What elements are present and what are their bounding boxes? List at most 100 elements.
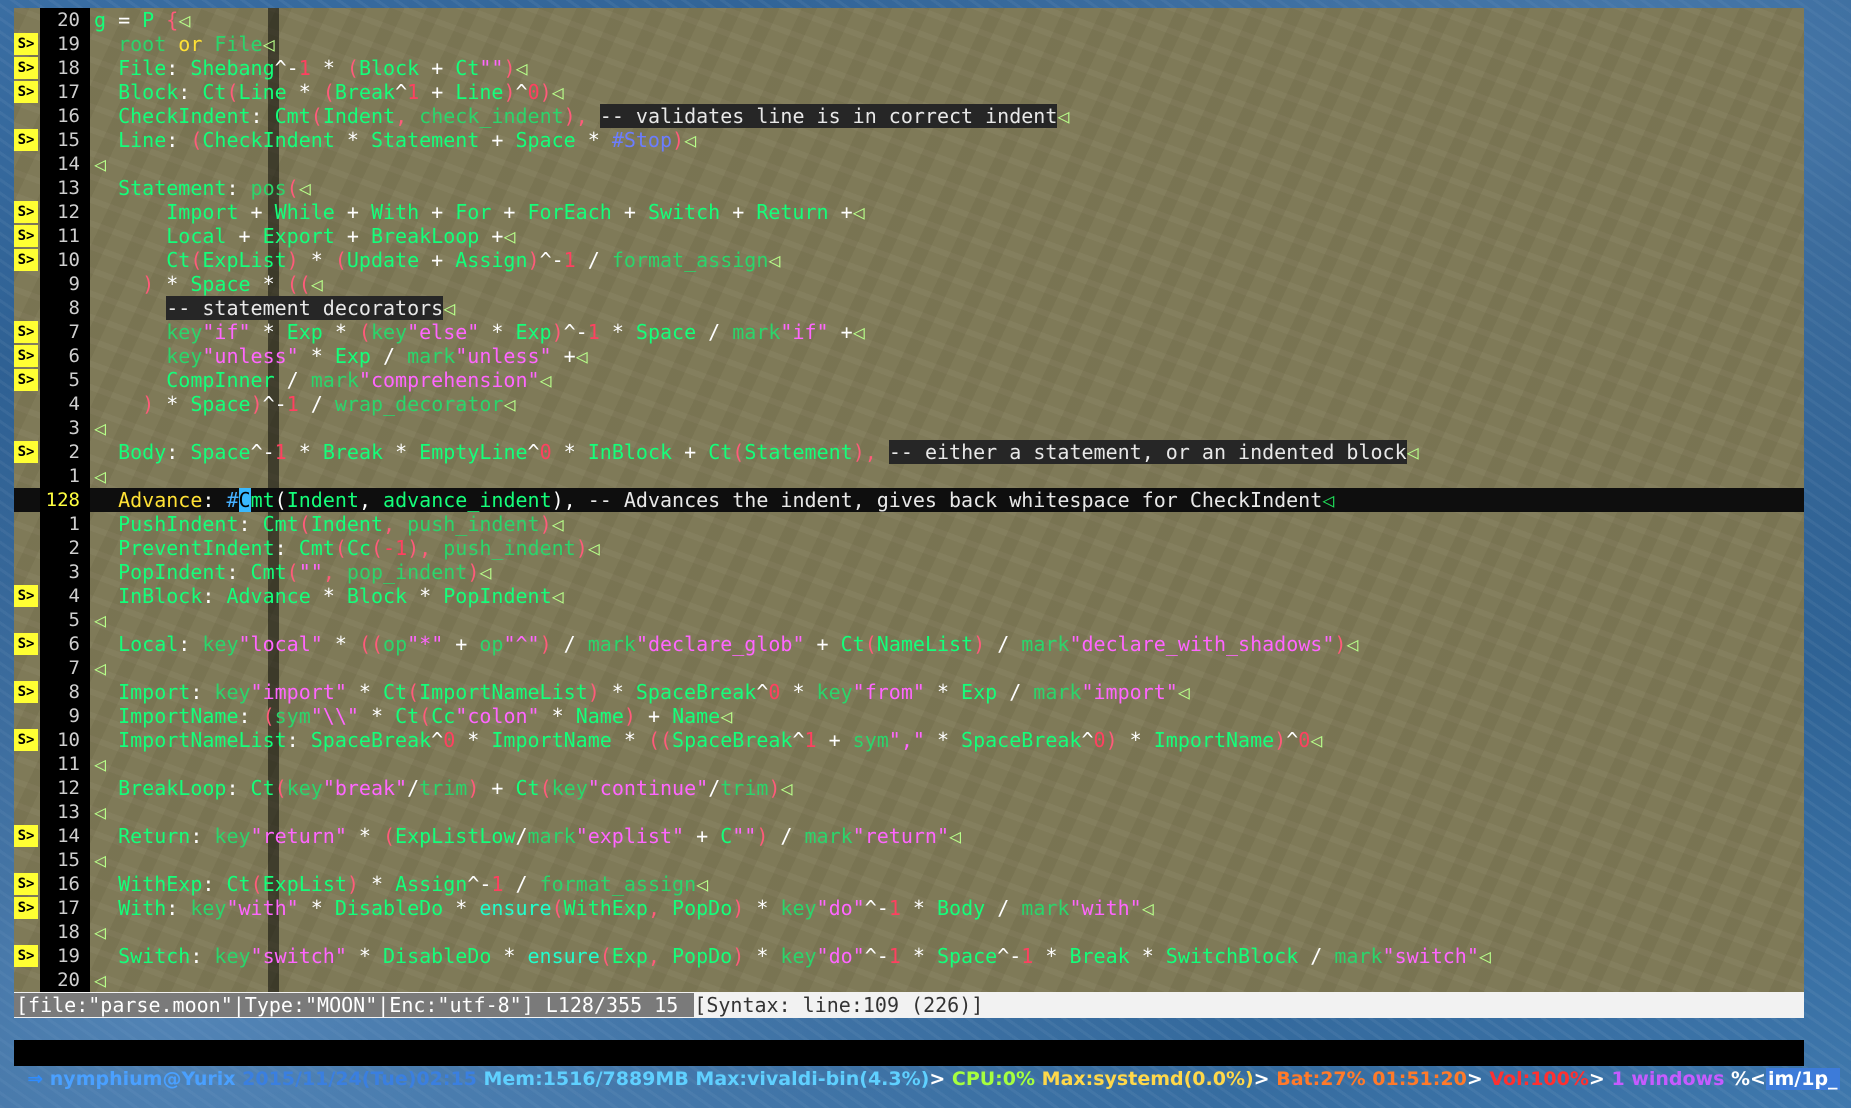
code-token: Body — [936, 896, 986, 920]
line-number: 19 — [40, 32, 90, 56]
code-token: Block — [94, 80, 179, 104]
code-token: Exp — [286, 320, 323, 344]
code-line[interactable]: 9 ImportName: (sym"\\" * Ct(Cc"colon" * … — [14, 704, 1804, 728]
code-line[interactable]: 11 ◁ — [14, 752, 1804, 776]
code-token: ( — [864, 632, 877, 656]
code-token: "switch" — [250, 944, 347, 968]
code-line[interactable]: S> 17 With: key"with" * DisableDo * ensur… — [14, 896, 1804, 920]
code-line[interactable]: 13 Statement: pos(◁ — [14, 176, 1804, 200]
code-token: : — [238, 512, 263, 536]
line-number: 15 — [40, 128, 90, 152]
code-line[interactable]: S> 4 InBlock: Advance * Block * PopIndent… — [14, 584, 1804, 608]
code-line[interactable]: S> 12 Import + While + With + For + ForEa… — [14, 200, 1804, 224]
code-token: * — [250, 320, 287, 344]
code-token: ) — [467, 776, 480, 800]
code-line[interactable]: 7 ◁ — [14, 656, 1804, 680]
line-code: InBlock: Advance * Block * PopIndent◁ — [94, 584, 564, 608]
line-number: 7 — [40, 656, 90, 680]
code-line[interactable]: 12 BreakLoop: Ct(key"break"/trim) + Ct(k… — [14, 776, 1804, 800]
code-line[interactable]: 128 Advance: #Cmt(Indent, advance_indent… — [14, 488, 1804, 512]
code-line[interactable]: S> 10 Ct(ExpList) * (Update + Assign)^-1 … — [14, 248, 1804, 272]
code-token: mark — [1334, 944, 1383, 968]
code-line[interactable]: S> 15 Line: (CheckIndent * Statement + Sp… — [14, 128, 1804, 152]
code-line[interactable]: S> 11 Local + Export + BreakLoop +◁ — [14, 224, 1804, 248]
code-token: Ct — [94, 248, 191, 272]
code-token: Block — [346, 584, 408, 608]
code-token: Cc — [346, 536, 371, 560]
code-token: 0 — [1298, 728, 1311, 752]
code-line[interactable]: S> 18 File: Shebang^-1 * (Block + Ct"")◁ — [14, 56, 1804, 80]
code-line[interactable]: 3 PopIndent: Cmt("", pop_indent)◁ — [14, 560, 1804, 584]
code-area[interactable]: 20 g = P {◁ S> 19 root or File◁ S> 18 File: S… — [14, 8, 1804, 992]
code-line[interactable]: 1 PushIndent: Cmt(Indent, push_indent)◁ — [14, 512, 1804, 536]
code-line[interactable]: S> 14 Return: key"return" * (ExpListLow/m… — [14, 824, 1804, 848]
code-token: * — [443, 896, 480, 920]
sign-marker — [14, 561, 38, 583]
code-token: ^- — [274, 56, 299, 80]
code-token: : — [190, 944, 215, 968]
line-number: 2 — [40, 536, 90, 560]
window-name[interactable]: im/1p_ — [1765, 1068, 1840, 1090]
code-token: While — [274, 200, 335, 224]
code-line[interactable]: 8 -- statement decorators◁ — [14, 296, 1804, 320]
code-token: "switch" — [1382, 944, 1479, 968]
line-number: 1 — [40, 464, 90, 488]
code-token: : — [178, 632, 203, 656]
code-token: / — [997, 680, 1034, 704]
line-number: 15 — [40, 848, 90, 872]
code-token: + — [551, 344, 576, 368]
code-token: ) — [407, 536, 420, 560]
code-line[interactable]: 9 ) * Space * ((◁ — [14, 272, 1804, 296]
sign-marker — [14, 105, 38, 127]
code-line[interactable]: S> 5 CompInner / mark"comprehension"◁ — [14, 368, 1804, 392]
code-token: key — [286, 776, 323, 800]
code-line[interactable]: S> 8 Import: key"import" * Ct(ImportNameL… — [14, 680, 1804, 704]
code-line[interactable]: S> 19 root or File◁ — [14, 32, 1804, 56]
code-line[interactable]: 5 ◁ — [14, 608, 1804, 632]
code-token: = — [106, 8, 143, 32]
code-line[interactable]: 2 PreventIndent: Cmt(Cc(-1), push_indent… — [14, 536, 1804, 560]
code-line[interactable]: S> 6 key"unless" * Exp / mark"unless" +◁ — [14, 344, 1804, 368]
line-number: 13 — [40, 800, 90, 824]
code-line[interactable]: S> 17 Block: Ct(Line * (Break^1 + Line)^0… — [14, 80, 1804, 104]
code-token: key — [816, 680, 853, 704]
code-line[interactable]: 3 ◁ — [14, 416, 1804, 440]
code-line[interactable]: S> 10 ImportNameList: SpaceBreak^0 * Impo… — [14, 728, 1804, 752]
code-token: ( — [286, 560, 299, 584]
code-line[interactable]: 18 ◁ — [14, 920, 1804, 944]
code-line[interactable]: 13 ◁ — [14, 800, 1804, 824]
code-line[interactable]: 20 ◁ — [14, 968, 1804, 992]
code-token: Advance — [226, 584, 311, 608]
code-token: ◁ — [575, 344, 588, 368]
code-token: ) — [732, 896, 745, 920]
code-line[interactable]: S> 6 Local: key"local" * ((op"*" + op"^")… — [14, 632, 1804, 656]
code-token: mark — [587, 632, 636, 656]
code-token: , — [322, 560, 347, 584]
code-token: + — [611, 200, 648, 224]
code-token: ^ — [431, 728, 444, 752]
code-line[interactable]: 4 ) * Space)^-1 / wrap_decorator◁ — [14, 392, 1804, 416]
code-line[interactable]: S> 7 key"if" * Exp * (key"else" * Exp)^-1… — [14, 320, 1804, 344]
code-token: -- either a statement, or an indented bl… — [888, 440, 1407, 464]
code-line[interactable]: S> 19 Switch: key"switch" * DisableDo * e… — [14, 944, 1804, 968]
code-line[interactable]: 20 g = P {◁ — [14, 8, 1804, 32]
code-token: Assign — [395, 872, 468, 896]
code-line[interactable]: 15 ◁ — [14, 848, 1804, 872]
code-token: + — [804, 632, 841, 656]
code-token: 1 — [888, 896, 901, 920]
code-line[interactable]: 14 ◁ — [14, 152, 1804, 176]
code-token: mark — [527, 824, 576, 848]
code-line[interactable]: S> 2 Body: Space^-1 * Break * EmptyLine^0… — [14, 440, 1804, 464]
code-token: Statement — [744, 440, 853, 464]
status-line: [file:"parse.moon"|Type:"MOON"|Enc:"utf-… — [14, 992, 1804, 1018]
line-code: Advance: #Cmt(Indent, advance_indent), -… — [94, 488, 1334, 512]
code-token: ◁ — [94, 416, 107, 440]
line-code: Local: key"local" * ((op"*" + op"^") / m… — [94, 632, 1358, 656]
code-line[interactable]: S> 16 WithExp: Ct(ExpList) * Assign^-1 / … — [14, 872, 1804, 896]
code-token: + — [816, 728, 853, 752]
code-token: : — [202, 488, 227, 512]
vim-editor[interactable]: 20 g = P {◁ S> 19 root or File◁ S> 18 File: S… — [14, 8, 1804, 1018]
code-line[interactable]: 1 ◁ — [14, 464, 1804, 488]
code-line[interactable]: 16 CheckIndent: Cmt(Indent, check_indent… — [14, 104, 1804, 128]
